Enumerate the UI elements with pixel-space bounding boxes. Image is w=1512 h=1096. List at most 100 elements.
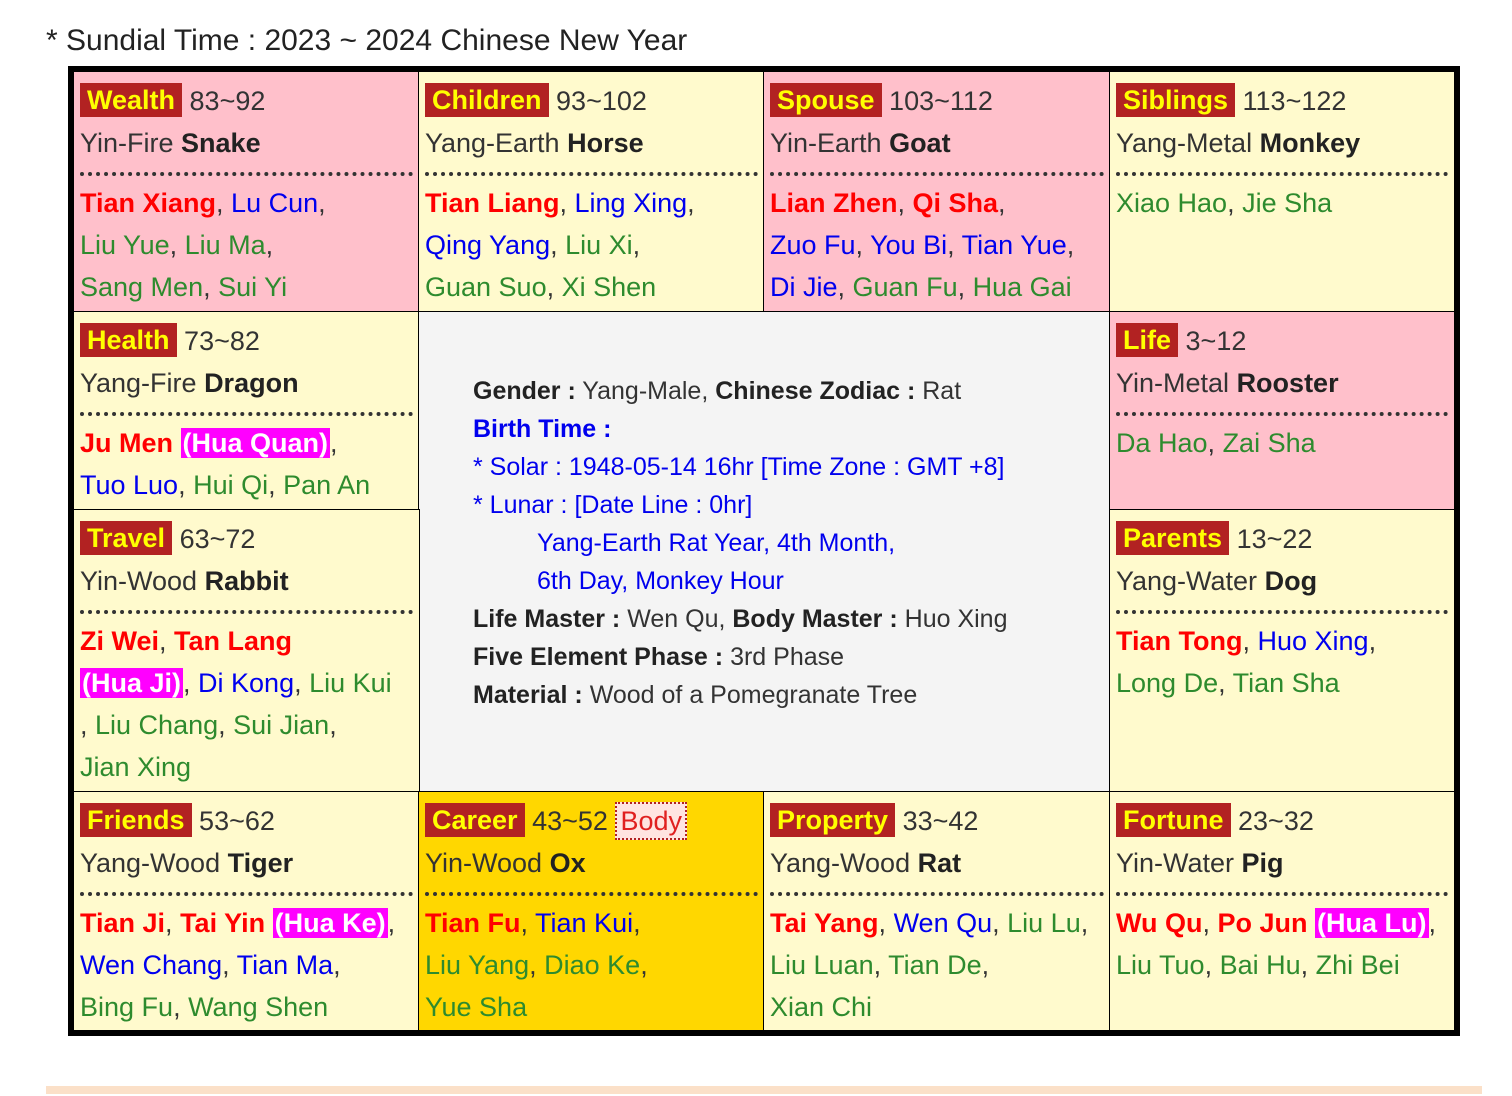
palace-health: Health 73~82 Yang-Fire Dragon Ju Men (Hu… <box>73 311 420 510</box>
heavenly-stem: Yin-Earth <box>770 128 882 158</box>
star: Tai Yang <box>770 908 879 938</box>
divider <box>80 610 413 614</box>
palace-fortune: Fortune 23~32 Yin-Water Pig Wu Qu, Po Ju… <box>1109 791 1455 1031</box>
star: Liu Kui <box>309 668 392 698</box>
transform-badge: (Hua Lu) <box>1315 908 1429 938</box>
star: Di Kong <box>198 668 295 698</box>
earthly-branch: Rat <box>917 848 962 878</box>
star: Liu Xi <box>565 230 633 260</box>
star: Liu Ma <box>184 230 266 260</box>
heavenly-stem: Yang-Earth <box>425 128 560 158</box>
star-list: Ju Men (Hua Quan), Tuo Luo, Hui Qi, Pan … <box>80 428 371 500</box>
star: Sui Jian <box>233 710 330 740</box>
zodiac-value: Rat <box>922 377 962 405</box>
age-range: 3~12 <box>1185 326 1247 356</box>
star: Bai Hu <box>1219 950 1301 980</box>
star: Guan Suo <box>425 272 547 302</box>
age-range: 33~42 <box>902 806 979 836</box>
lunar-date-line2: 6th Day, Monkey Hour <box>537 567 784 595</box>
divider <box>80 412 413 416</box>
star-list: Lian Zhen, Qi Sha, Zuo Fu, You Bi, Tian … <box>770 188 1075 302</box>
star: Tian Ji <box>80 908 166 938</box>
star-list: Tian Tong, Huo Xing, Long De, Tian Sha <box>1116 626 1377 698</box>
star-list: Tian Liang, Ling Xing, Qing Yang, Liu Xi… <box>425 188 695 302</box>
star: Ling Xing <box>574 188 688 218</box>
body-marker: Body <box>615 802 687 840</box>
solar-time: * Solar : 1948-05-14 16hr [Time Zone : G… <box>473 453 1005 481</box>
palace-label: Parents <box>1116 521 1230 555</box>
star: You Bi <box>870 230 948 260</box>
star: Wang Shen <box>188 992 329 1022</box>
star-list: Xiao Hao, Jie Sha <box>1116 188 1333 218</box>
divider <box>1116 892 1448 896</box>
star: Zai Sha <box>1222 428 1316 458</box>
star-list: Tian Fu, Tian Kui, Liu Yang, Diao Ke, Yu… <box>425 908 648 1022</box>
palace-property: Property 33~42 Yang-Wood Rat Tai Yang, W… <box>763 791 1111 1031</box>
star: Tian Tong <box>1116 626 1243 656</box>
transform-badge: (Hua Ke) <box>272 908 388 938</box>
age-range: 83~92 <box>189 86 266 116</box>
earthly-branch: Goat <box>889 128 951 158</box>
age-range: 13~22 <box>1236 524 1313 554</box>
heavenly-stem: Yang-Metal <box>1116 128 1253 158</box>
heavenly-stem: Yin-Metal <box>1116 368 1230 398</box>
earthly-branch: Snake <box>181 128 261 158</box>
earthly-branch: Tiger <box>227 848 294 878</box>
palace-life: Life 3~12 Yin-Metal Rooster Da Hao, Zai … <box>1109 311 1455 510</box>
heavenly-stem: Yang-Fire <box>80 368 197 398</box>
star: Xiao Hao <box>1116 188 1228 218</box>
star: Xi Shen <box>561 272 657 302</box>
star-list: Zi Wei, Tan Lang (Hua Ji), Di Kong, Liu … <box>80 626 392 782</box>
star: Ju Men <box>80 428 174 458</box>
star: Yue Sha <box>425 992 528 1022</box>
age-range: 93~102 <box>556 86 647 116</box>
age-range: 23~32 <box>1238 806 1314 836</box>
palace-siblings: Siblings 113~122 Yang-Metal Monkey Xiao … <box>1109 71 1455 312</box>
star: Pan An <box>283 470 371 500</box>
star-list: Tai Yang, Wen Qu, Liu Lu, Liu Luan, Tian… <box>770 908 1089 1022</box>
star: Da Hao <box>1116 428 1208 458</box>
star: Wen Chang <box>80 950 223 980</box>
material-label: Material : <box>473 681 583 709</box>
birth-time-label: Birth Time : <box>473 415 612 443</box>
star: Liu Luan <box>770 950 874 980</box>
palace-label: Fortune <box>1116 803 1231 837</box>
star: Tian Xiang <box>80 188 217 218</box>
heavenly-stem: Yin-Fire <box>80 128 174 158</box>
star: Wen Qu <box>893 908 993 938</box>
star: Tian De <box>888 950 982 980</box>
star: Hua Gai <box>972 272 1072 302</box>
age-range: 53~62 <box>199 806 275 836</box>
star: Liu Yue <box>80 230 170 260</box>
palace-label: Health <box>80 323 177 357</box>
divider <box>1116 610 1448 614</box>
earthly-branch: Horse <box>567 128 644 158</box>
star: Guan Fu <box>852 272 958 302</box>
life-master-value: Wen Qu, <box>627 605 726 633</box>
gender-value: Yang-Male, <box>582 377 709 405</box>
palace-travel: Travel 63~72 Yin-Wood Rabbit Zi Wei, Tan… <box>73 509 420 792</box>
palace-label: Friends <box>80 803 192 837</box>
palace-label: Career <box>425 803 525 837</box>
star: Long De <box>1116 668 1219 698</box>
divider <box>770 892 1104 896</box>
earthly-branch: Ox <box>549 848 586 878</box>
palace-label: Spouse <box>770 83 882 117</box>
body-master-label: Body Master : <box>732 605 898 633</box>
star: Tian Sha <box>1232 668 1340 698</box>
star: Liu Yang <box>425 950 530 980</box>
lunar-date-line1: Yang-Earth Rat Year, 4th Month, <box>537 529 896 557</box>
star: Bing Fu <box>80 992 174 1022</box>
gender-label: Gender : <box>473 377 576 405</box>
star: Zuo Fu <box>770 230 856 260</box>
divider <box>80 172 413 176</box>
footer-divider <box>46 1086 1482 1094</box>
star: Liu Tuo <box>1116 950 1205 980</box>
palace-parents: Parents 13~22 Yang-Water Dog Tian Tong, … <box>1109 509 1455 792</box>
palace-career: Career 43~52 Body Yin-Wood Ox Tian Fu, T… <box>418 791 765 1031</box>
divider <box>80 892 413 896</box>
star: Tian Kui <box>535 908 634 938</box>
star: Di Jie <box>770 272 838 302</box>
earthly-branch: Dragon <box>204 368 299 398</box>
star: Zi Wei <box>80 626 160 656</box>
